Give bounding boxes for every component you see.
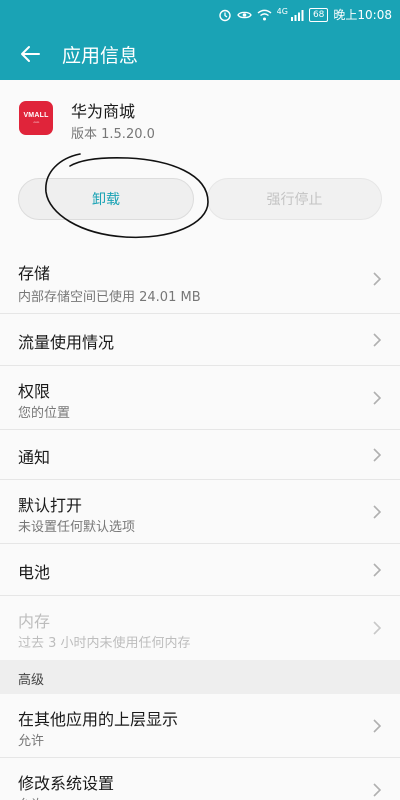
chevron-right-icon [373, 391, 382, 405]
app-info-content: VMALL .com 华为商城 版本 1.5.20.0 卸载 强行停止 存储 内… [0, 80, 400, 800]
app-name: 华为商城 [71, 102, 136, 121]
settings-row-memory[interactable]: 内存 过去 3 小时内未使用任何内存 [0, 596, 400, 660]
app-bar: 应用信息 [0, 28, 400, 80]
row-title: 默认打开 [18, 496, 83, 515]
row-title: 电池 [18, 563, 51, 582]
network-type: 4G [276, 7, 288, 16]
row-subtitle: 过去 3 小时内未使用任何内存 [18, 636, 191, 651]
settings-row-notifications[interactable]: 通知 [0, 430, 400, 480]
row-title: 通知 [18, 448, 51, 467]
battery-level: 68 [312, 9, 325, 20]
row-subtitle: 内部存储空间已使用 24.01 MB [18, 290, 201, 305]
status-clock: 晚上10:08 [333, 8, 392, 22]
chevron-right-icon [373, 505, 382, 519]
chevron-right-icon [373, 272, 382, 286]
settings-row-open-by-default[interactable]: 默认打开 未设置任何默认选项 [0, 480, 400, 544]
app-header: VMALL .com 华为商城 版本 1.5.20.0 卸载 强行停止 [0, 80, 400, 240]
status-icons: 4G 68 晚上10:08 [218, 6, 392, 23]
eye-icon [236, 9, 252, 21]
uninstall-button[interactable]: 卸载 [18, 178, 194, 220]
settings-row-permissions[interactable]: 权限 您的位置 [0, 366, 400, 430]
chevron-right-icon [373, 448, 382, 462]
row-title: 内存 [18, 612, 51, 631]
row-title: 流量使用情况 [18, 333, 115, 352]
settings-row-draw-over-apps[interactable]: 在其他应用的上层显示 允许 [0, 694, 400, 758]
force-stop-button[interactable]: 强行停止 [207, 178, 382, 220]
back-arrow-icon [21, 46, 40, 62]
logo-subtext: .com [32, 120, 40, 124]
row-subtitle: 您的位置 [18, 406, 71, 421]
chevron-right-icon [373, 621, 382, 635]
chevron-right-icon [373, 563, 382, 577]
row-subtitle: 允许 [18, 794, 44, 800]
vmall-app-icon: VMALL .com [19, 101, 53, 135]
app-version: 版本 1.5.20.0 [71, 127, 155, 142]
logo-text: VMALL [23, 112, 49, 119]
row-title: 存储 [18, 264, 51, 283]
settings-row-modify-system-settings[interactable]: 修改系统设置 允许 [0, 758, 400, 800]
chevron-right-icon [373, 333, 382, 347]
wifi-icon [257, 9, 272, 21]
signal-icon [290, 9, 304, 21]
section-title: 高级 [18, 673, 45, 688]
row-subtitle: 允许 [18, 734, 45, 749]
back-button[interactable] [16, 40, 44, 68]
chevron-right-icon [373, 719, 382, 733]
row-title: 权限 [18, 382, 51, 401]
battery-icon: 68 [308, 7, 329, 22]
chevron-right-icon [373, 783, 382, 797]
settings-row-storage[interactable]: 存储 内部存储空间已使用 24.01 MB [0, 244, 400, 314]
settings-row-battery[interactable]: 电池 [0, 544, 400, 596]
row-subtitle: 未设置任何默认选项 [18, 520, 136, 535]
status-bar: 4G 68 晚上10:08 [0, 0, 400, 28]
row-title: 修改系统设置 [18, 774, 115, 793]
settings-row-data-usage[interactable]: 流量使用情况 [0, 314, 400, 366]
section-header-advanced: 高级 [0, 660, 400, 694]
page-title: 应用信息 [62, 45, 139, 67]
row-title: 在其他应用的上层显示 [18, 710, 179, 729]
alarm-icon [218, 8, 232, 22]
